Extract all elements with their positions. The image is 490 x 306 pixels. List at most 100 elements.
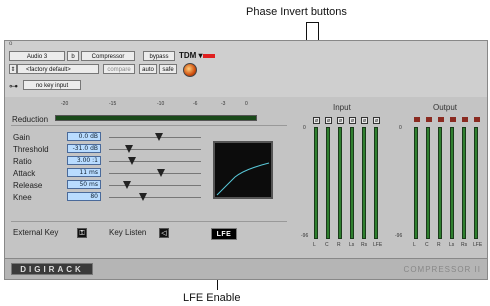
param-value-threshold[interactable]: -31.0 dB bbox=[67, 144, 101, 153]
reduction-scale-tick: 0 bbox=[245, 101, 248, 107]
param-slider-handle[interactable] bbox=[123, 181, 132, 189]
divider bbox=[11, 221, 287, 222]
phase-invert-callout: Phase Invert buttons bbox=[246, 6, 347, 18]
output-meter-bar bbox=[462, 127, 466, 239]
param-value-ratio[interactable]: 3.00 :1 bbox=[67, 156, 101, 165]
phase-invert-button[interactable]: ø bbox=[313, 117, 320, 124]
phase-invert-button[interactable]: ø bbox=[325, 117, 332, 124]
param-slider-handle[interactable] bbox=[138, 193, 147, 201]
power-icon[interactable] bbox=[183, 63, 197, 77]
compare-button[interactable]: compare bbox=[103, 64, 135, 74]
input-meter-bar bbox=[314, 127, 318, 239]
plugin-footer: DIGIRACK COMPRESSOR II bbox=[5, 258, 487, 279]
param-label-attack: Attack bbox=[13, 169, 36, 178]
output-meter-bar bbox=[450, 127, 454, 239]
compressor-controls: -20 -15 -10 -6 -3 0 Reduction Gain 0.0 dB… bbox=[5, 97, 301, 259]
param-value-release[interactable]: 50 ms bbox=[67, 180, 101, 189]
param-slider-track[interactable] bbox=[109, 149, 201, 150]
param-label-knee: Knee bbox=[13, 193, 32, 202]
reduction-scale-tick: -10 bbox=[157, 101, 165, 107]
phase-invert-button[interactable]: ø bbox=[373, 117, 380, 124]
bypass-led bbox=[203, 54, 215, 58]
preset-menu-arrow[interactable]: ⇕ bbox=[9, 64, 17, 74]
key-input-selector[interactable]: no key input bbox=[23, 80, 81, 90]
input-meter-bar bbox=[350, 127, 354, 239]
external-key-label: External Key bbox=[13, 228, 59, 237]
param-label-ratio: Ratio bbox=[13, 157, 32, 166]
output-meter-section: Output 0 -96 L C R Ls Rs LFE bbox=[393, 97, 487, 259]
input-channel-label: R bbox=[337, 242, 341, 248]
clip-indicator[interactable] bbox=[426, 117, 432, 122]
clip-indicator[interactable] bbox=[450, 117, 456, 122]
phase-invert-button[interactable]: ø bbox=[349, 117, 356, 124]
param-slider-handle[interactable] bbox=[154, 133, 163, 141]
output-meter-bar bbox=[438, 127, 442, 239]
compression-curve bbox=[216, 162, 270, 196]
track-selector[interactable]: Audio 3 bbox=[9, 51, 65, 61]
input-bottom-tick: -96 bbox=[301, 233, 309, 239]
output-channel-label: Ls bbox=[449, 242, 455, 248]
input-channel-label: C bbox=[325, 242, 329, 248]
param-value-attack[interactable]: 11 ms bbox=[67, 168, 101, 177]
output-meter-bar bbox=[426, 127, 430, 239]
param-label-release: Release bbox=[13, 181, 43, 190]
param-value-knee[interactable]: 80 bbox=[67, 192, 101, 201]
clip-indicator[interactable] bbox=[438, 117, 444, 122]
lfe-enable-button[interactable]: LFE bbox=[211, 228, 237, 240]
input-meter-section: Input 0 -96 ø Lø Cø Rø Ls ø Rs ø LFE bbox=[301, 97, 393, 259]
output-channel-label: Rs bbox=[461, 242, 468, 248]
reduction-label: Reduction bbox=[12, 115, 49, 124]
param-label-threshold: Threshold bbox=[13, 145, 49, 154]
param-slider-handle[interactable] bbox=[157, 169, 166, 177]
output-title: Output bbox=[433, 103, 458, 112]
tdm-text: TDM bbox=[179, 51, 197, 60]
input-top-tick: 0 bbox=[303, 125, 306, 131]
bypass-button[interactable]: bypass bbox=[143, 51, 175, 61]
param-value-gain[interactable]: 0.0 dB bbox=[67, 132, 101, 141]
preset-selector[interactable]: <factory default> bbox=[17, 64, 99, 74]
input-title: Input bbox=[333, 103, 351, 112]
plugin-header: o Audio 3 b Compressor bypass TDM ▾ ⇕ <f… bbox=[5, 41, 487, 98]
param-slider-track[interactable] bbox=[109, 197, 201, 198]
external-key-toggle[interactable]: ⚿ bbox=[77, 228, 87, 238]
compression-curve-graph bbox=[213, 141, 273, 199]
param-slider-track[interactable] bbox=[109, 161, 201, 162]
phase-invert-button[interactable]: ø bbox=[361, 117, 368, 124]
input-channel-label: Rs bbox=[361, 242, 368, 248]
input-meter-bar bbox=[374, 127, 378, 239]
output-channel-label: LFE bbox=[473, 242, 483, 248]
param-slider-handle[interactable] bbox=[124, 145, 133, 153]
reduction-scale-tick: -3 bbox=[221, 101, 226, 107]
output-channel-label: C bbox=[425, 242, 429, 248]
reduction-scale-tick: -20 bbox=[61, 101, 69, 107]
key-listen-toggle[interactable]: ◁ bbox=[159, 228, 169, 238]
phase-leader-horizontal bbox=[306, 22, 319, 23]
key-icon: ⊶ bbox=[9, 81, 18, 91]
param-slider-handle[interactable] bbox=[128, 157, 137, 165]
output-meter-bar bbox=[474, 127, 478, 239]
input-channel-label: L bbox=[313, 242, 316, 248]
param-label-gain: Gain bbox=[13, 133, 30, 142]
phase-invert-button[interactable]: ø bbox=[337, 117, 344, 124]
window-dot: o bbox=[9, 41, 13, 47]
gain-reduction-meter bbox=[55, 115, 257, 121]
plugin-selector[interactable]: Compressor bbox=[81, 51, 135, 61]
key-listen-label: Key Listen bbox=[109, 228, 147, 237]
insert-slot-selector[interactable]: b bbox=[67, 51, 79, 61]
output-top-tick: 0 bbox=[399, 125, 402, 131]
lfe-enable-callout: LFE Enable bbox=[183, 292, 241, 304]
tdm-label[interactable]: TDM ▾ bbox=[179, 51, 203, 60]
output-channel-label: R bbox=[437, 242, 441, 248]
divider bbox=[11, 125, 287, 126]
clip-indicator[interactable] bbox=[414, 117, 420, 122]
automation-button[interactable]: auto bbox=[139, 64, 157, 74]
clip-indicator[interactable] bbox=[462, 117, 468, 122]
input-meter-bar bbox=[362, 127, 366, 239]
plugin-window: o Audio 3 b Compressor bypass TDM ▾ ⇕ <f… bbox=[4, 40, 488, 280]
safe-button[interactable]: safe bbox=[159, 64, 177, 74]
param-slider-track[interactable] bbox=[109, 173, 201, 174]
input-channel-label: Ls bbox=[349, 242, 355, 248]
output-meter-bar bbox=[414, 127, 418, 239]
plugin-name-label: COMPRESSOR II bbox=[403, 265, 481, 274]
clip-indicator[interactable] bbox=[474, 117, 480, 122]
